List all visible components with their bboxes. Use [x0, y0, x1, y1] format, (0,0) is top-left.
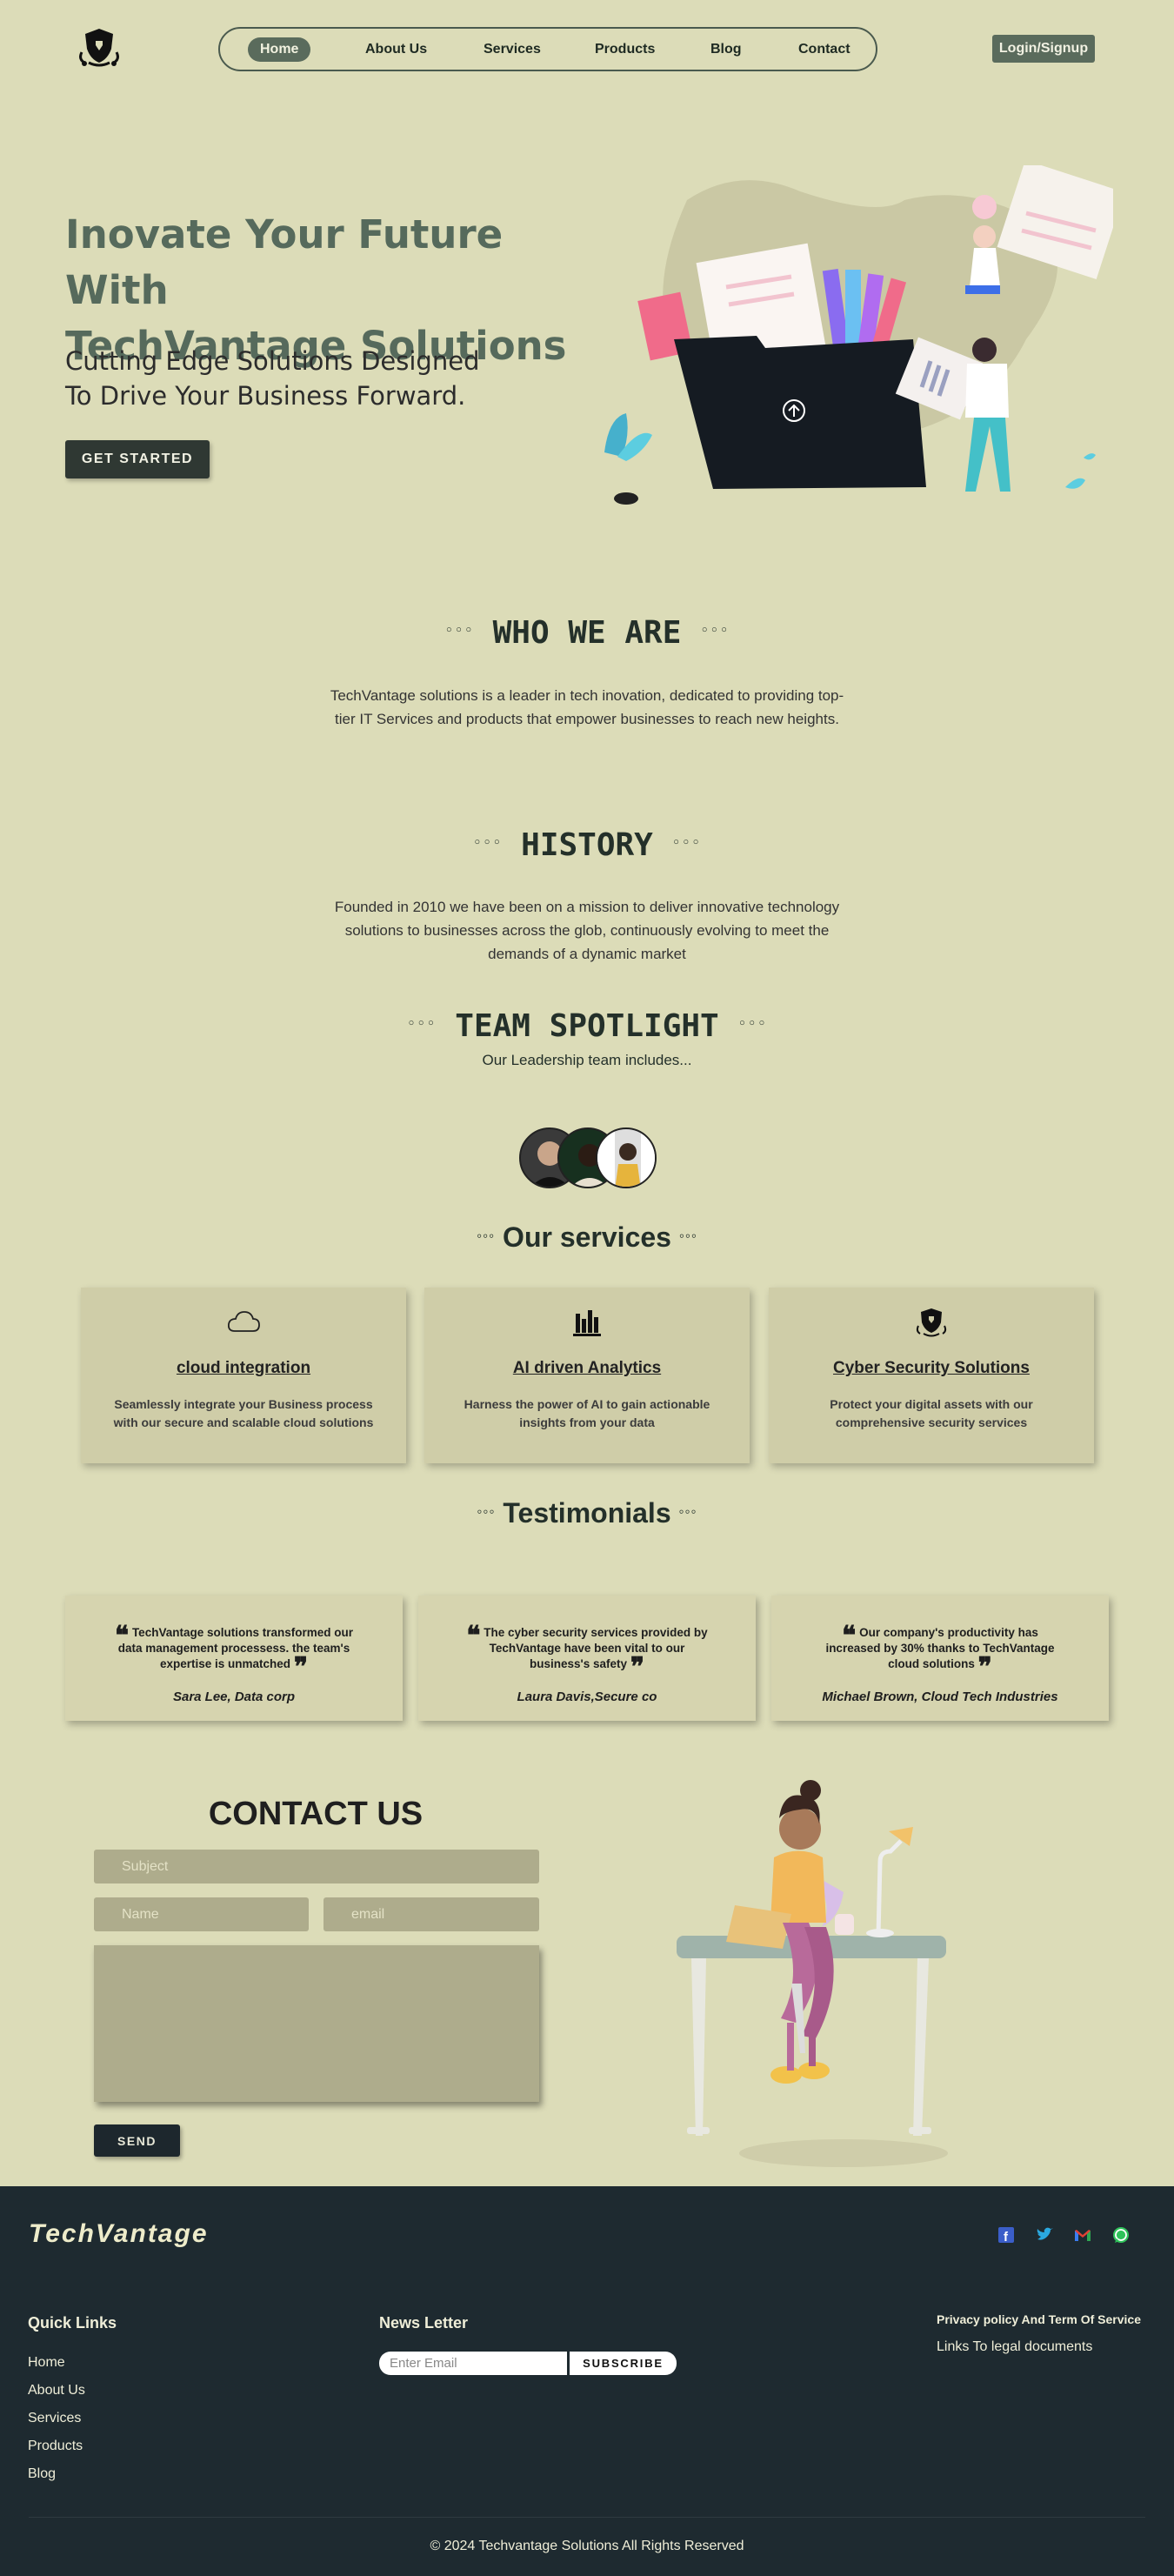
service-text: Harness the power of AI to gain actionab… — [464, 1397, 710, 1429]
service-title[interactable]: AI driven Analytics — [424, 1359, 750, 1378]
heading-dots-left: ◦◦◦ — [477, 1227, 496, 1244]
who-we-are-text: TechVantage solutions is a leader in tec… — [330, 687, 844, 727]
newsletter-title: News Letter — [379, 2314, 469, 2332]
testimonial-quote-text: Our company's productivity has increased… — [825, 1626, 1055, 1670]
heading-dots-left: ◦◦◦ — [477, 1502, 496, 1520]
testimonial-quote: ❝ TechVantage solutions transformed our … — [109, 1623, 359, 1681]
whatsapp-icon[interactable] — [1111, 2225, 1131, 2245]
nav-blog[interactable]: Blog — [710, 42, 742, 57]
services-title: Our services — [503, 1221, 671, 1253]
shield-icon — [916, 1308, 947, 1337]
history-heading: ◦◦◦ HISTORY ◦◦◦ — [0, 827, 1174, 863]
footer-link-blog[interactable]: Blog — [28, 2466, 56, 2482]
service-card-security[interactable]: Cyber Security Solutions Protect your di… — [769, 1288, 1094, 1463]
testimonial-card: ❝ Our company's productivity has increas… — [771, 1596, 1109, 1721]
legal-title: Privacy policy And Term Of Service — [937, 2312, 1141, 2326]
team-spotlight-heading: ◦◦◦ TEAM SPOTLIGHT ◦◦◦ — [0, 1008, 1174, 1044]
testimonial-quote: ❝ The cyber security services provided b… — [462, 1623, 712, 1681]
copyright-text: © 2024 Techvantage Solutions All Rights … — [430, 2539, 744, 2553]
testimonial-card: ❝ The cyber security services provided b… — [418, 1596, 756, 1721]
cloud-icon — [227, 1311, 260, 1332]
service-title[interactable]: cloud integration — [81, 1359, 406, 1378]
hero-illustration — [604, 165, 1113, 505]
footer-link-about-us[interactable]: About Us — [28, 2383, 85, 2399]
service-title[interactable]: Cyber Security Solutions — [769, 1359, 1094, 1378]
gmail-icon[interactable] — [1073, 2225, 1092, 2245]
testimonial-quote-text: The cyber security services provided by … — [484, 1626, 708, 1670]
message-textarea[interactable] — [94, 1945, 539, 2102]
heading-dots-right: ◦◦◦ — [678, 1502, 697, 1520]
nav-contact[interactable]: Contact — [798, 42, 850, 57]
close-quote-icon: ❞ — [293, 1652, 308, 1683]
history-text: Founded in 2010 we have been on a missio… — [334, 899, 840, 962]
get-started-button[interactable]: GET STARTED — [65, 440, 210, 478]
facebook-icon[interactable]: f — [997, 2225, 1016, 2245]
login-signup-button[interactable]: Login/Signup — [992, 35, 1095, 63]
bar-chart-icon — [573, 1310, 601, 1336]
nav-products[interactable]: Products — [595, 42, 655, 57]
subject-input[interactable]: Subject — [94, 1850, 539, 1883]
history-title: HISTORY — [521, 827, 653, 863]
legal-documents-link[interactable]: Links To legal documents — [937, 2339, 1092, 2355]
team-avatars — [519, 1127, 658, 1190]
nav-home[interactable]: Home — [248, 37, 311, 62]
footer-brand[interactable]: TechVantage — [29, 2219, 209, 2249]
heading-dots-right: ◦◦◦ — [671, 834, 702, 852]
testimonial-card: ❝ TechVantage solutions transformed our … — [65, 1596, 403, 1721]
email-input[interactable]: email — [324, 1897, 539, 1931]
open-quote-icon: ❝ — [466, 1621, 481, 1651]
nav-about-us[interactable]: About Us — [365, 42, 427, 57]
close-quote-icon: ❞ — [977, 1652, 992, 1683]
service-card-cloud[interactable]: cloud integration Seamlessly integrate y… — [81, 1288, 406, 1463]
testimonial-author: Michael Brown, Cloud Tech Industries — [822, 1689, 1058, 1704]
newsletter-email-input[interactable]: Enter Email — [379, 2352, 567, 2375]
shield-logo-icon[interactable] — [77, 26, 122, 70]
heading-dots-right: ◦◦◦ — [700, 622, 730, 639]
desk-illustration — [677, 1780, 948, 2167]
heading-dots-right: ◦◦◦ — [678, 1227, 697, 1244]
hero-subtitle-line2: To Drive Your Business Forward. — [65, 381, 466, 411]
main-nav: Home About Us Services Products Blog Con… — [218, 27, 877, 71]
heading-dots-right: ◦◦◦ — [737, 1015, 768, 1033]
footer: TechVantage f Quick Links Home About Us … — [0, 2186, 1174, 2576]
service-text: Protect your digital assets with our com… — [830, 1397, 1033, 1429]
name-input[interactable]: Name — [94, 1897, 309, 1931]
services-heading: ◦◦◦ Our services ◦◦◦ — [0, 1221, 1174, 1254]
footer-link-services[interactable]: Services — [28, 2411, 81, 2426]
testimonial-quote-text: TechVantage solutions transformed our da… — [117, 1626, 353, 1670]
heading-dots-left: ◦◦◦ — [472, 834, 503, 852]
team-spotlight-title: TEAM SPOTLIGHT — [455, 1008, 719, 1044]
quick-links-title: Quick Links — [28, 2314, 117, 2332]
send-button[interactable]: SEND — [94, 2124, 180, 2157]
who-we-are-heading: ◦◦◦ WHO WE ARE ◦◦◦ — [0, 615, 1174, 651]
close-quote-icon: ❞ — [630, 1652, 644, 1683]
hero-title-line1: Inovate Your Future With — [65, 211, 504, 313]
subscribe-button[interactable]: SUBSCRIBE — [570, 2352, 677, 2375]
heading-dots-left: ◦◦◦ — [406, 1015, 437, 1033]
service-card-analytics[interactable]: AI driven Analytics Harness the power of… — [424, 1288, 750, 1463]
team-subtitle: Our Leadership team includes... — [482, 1052, 692, 1068]
testimonials-heading: ◦◦◦ Testimonials ◦◦◦ — [0, 1497, 1174, 1529]
contact-title: CONTACT US — [208, 1796, 424, 1832]
testimonial-quote: ❝ Our company's productivity has increas… — [815, 1623, 1065, 1681]
hero-subtitle-line1: Cutting Edge Solutions Designed — [65, 346, 480, 376]
service-text: Seamlessly integrate your Business proce… — [113, 1397, 374, 1429]
testimonials-title: Testimonials — [503, 1497, 671, 1529]
hero-subtitle: Cutting Edge Solutions Designed To Drive… — [65, 344, 552, 413]
heading-dots-left: ◦◦◦ — [444, 622, 474, 639]
testimonial-author: Laura Davis,Secure co — [517, 1689, 657, 1704]
testimonial-author: Sara Lee, Data corp — [172, 1689, 296, 1704]
nav-services[interactable]: Services — [484, 42, 541, 57]
footer-link-home[interactable]: Home — [28, 2355, 65, 2371]
who-we-are-title: WHO WE ARE — [492, 615, 682, 651]
twitter-icon[interactable] — [1035, 2225, 1054, 2245]
footer-link-products[interactable]: Products — [28, 2439, 83, 2454]
footer-divider — [29, 2517, 1145, 2518]
avatar[interactable] — [596, 1127, 657, 1188]
